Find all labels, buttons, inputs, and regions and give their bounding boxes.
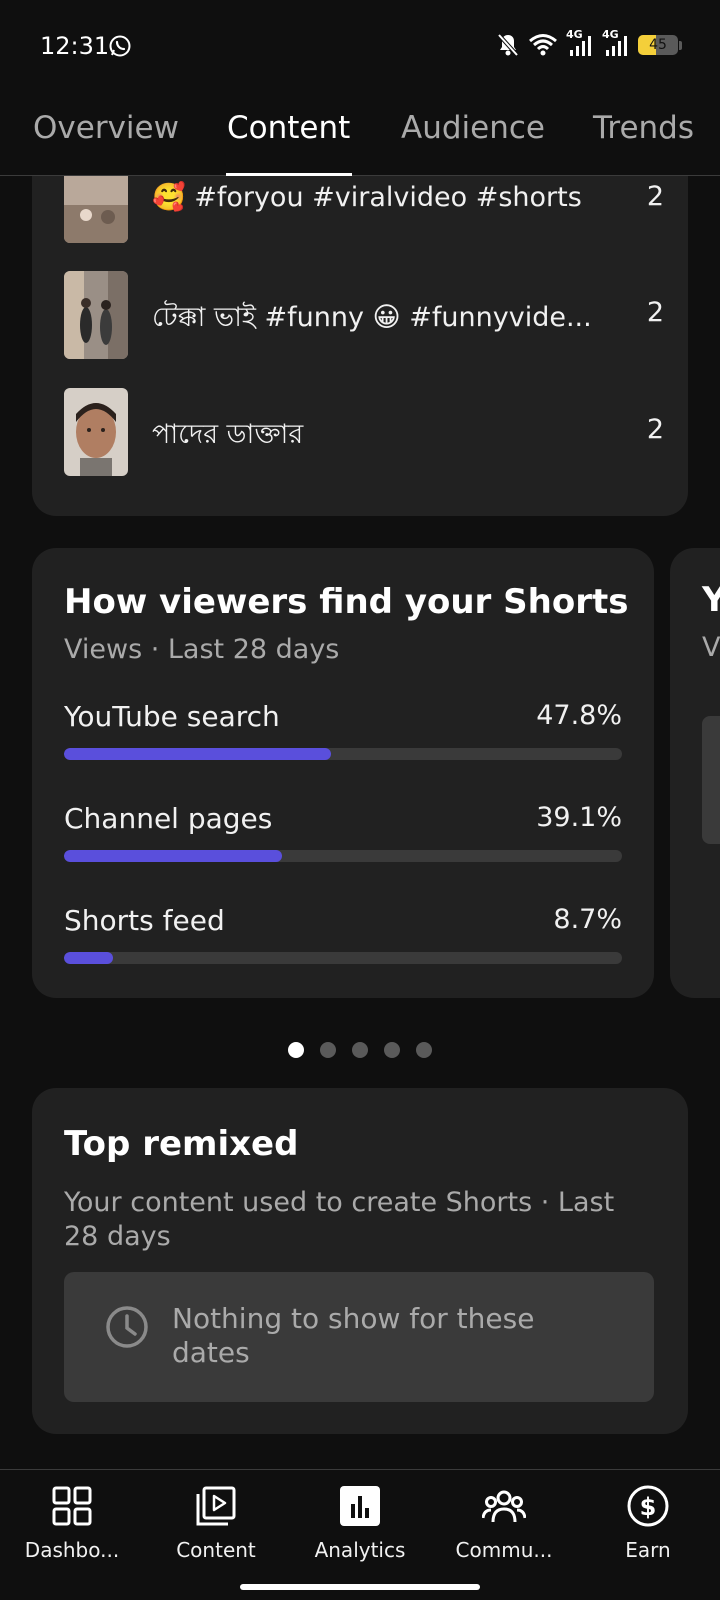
tab-audience[interactable]: Audience: [401, 110, 545, 146]
card-title: How viewers find your Shorts: [64, 582, 629, 622]
source-label: YouTube search: [64, 700, 280, 733]
page-dot[interactable]: [384, 1042, 400, 1058]
analytics-tabs: Overview Content Audience Trends: [0, 92, 720, 176]
thumbnail-image: [64, 176, 128, 243]
traffic-sources-card[interactable]: How viewers find your Shorts Views · Las…: [32, 548, 654, 998]
battery-level: 45: [649, 37, 667, 53]
content-icon: [196, 1486, 236, 1526]
battery-tip: [679, 40, 682, 50]
svg-text:$: $: [640, 1493, 657, 1521]
page-dot[interactable]: [352, 1042, 368, 1058]
video-thumbnail[interactable]: [64, 176, 128, 243]
clock-icon: [106, 1306, 148, 1348]
card-subtitle: Your content used to create Shorts · Las…: [64, 1187, 615, 1252]
video-row[interactable]: টেক্কা ভাই #funny 😀 #funnyvide... 2: [64, 271, 664, 359]
card-title: Y: [702, 580, 720, 620]
nav-content[interactable]: Content: [144, 1480, 288, 1580]
video-thumbnail[interactable]: [64, 388, 128, 476]
source-bar: [64, 850, 283, 862]
thumbnail-image: [64, 388, 128, 476]
video-title: পাদের ডাক্তার: [152, 419, 304, 450]
signal-bars-icon: [570, 36, 591, 56]
tab-overview[interactable]: Overview: [33, 110, 179, 146]
source-bar-track: [64, 850, 622, 862]
video-count: 2: [646, 414, 664, 445]
page-dot-active[interactable]: [288, 1042, 304, 1058]
carousel-pagination: [0, 1042, 720, 1058]
community-icon: [482, 1490, 526, 1523]
whatsapp-icon: [109, 35, 131, 57]
empty-message: Nothing to show for these dates: [172, 1302, 535, 1369]
content-area[interactable]: 🥰 #foryou #viralvideo #shorts 2 টেক্কা ভ…: [0, 176, 720, 1469]
source-label: Shorts feed: [64, 904, 225, 937]
source-value: 47.8%: [536, 700, 622, 731]
analytics-icon: [340, 1486, 380, 1526]
notifications-off-icon: [497, 33, 519, 57]
status-bar: 12:31 4G 4G 45: [0, 0, 720, 92]
video-row[interactable]: পাদের ডাক্তার 2: [64, 388, 664, 476]
video-thumbnail[interactable]: [64, 271, 128, 359]
tab-trends[interactable]: Trends: [593, 110, 694, 146]
card-subtitle: Views · Last 28 days: [64, 634, 340, 665]
battery-icon: 45: [638, 35, 678, 55]
source-bar: [64, 952, 113, 964]
bottom-navigation: Dashbo... Content Analytics Commu... $ E…: [0, 1469, 720, 1600]
nav-label: Commu...: [455, 1538, 553, 1562]
empty-state: Nothing to show for these dates: [64, 1272, 654, 1402]
nav-analytics[interactable]: Analytics: [288, 1480, 432, 1580]
card-placeholder: [702, 716, 720, 844]
source-label: Channel pages: [64, 802, 273, 835]
page-dot[interactable]: [320, 1042, 336, 1058]
thumbnail-image: [64, 271, 128, 359]
dashboard-icon: [52, 1486, 92, 1526]
nav-label: Content: [176, 1538, 256, 1562]
nav-earn[interactable]: $ Earn: [576, 1480, 720, 1580]
card-subtitle: V: [702, 632, 720, 663]
nav-label: Earn: [625, 1538, 671, 1562]
video-title: 🥰 #foryou #viralvideo #shorts: [152, 182, 582, 213]
nav-label: Dashbo...: [24, 1538, 120, 1562]
home-indicator[interactable]: [240, 1584, 480, 1590]
page-dot[interactable]: [416, 1042, 432, 1058]
video-title: টেক্কা ভাই #funny 😀 #funnyvide...: [152, 302, 592, 333]
source-bar: [64, 748, 331, 760]
source-bar-track: [64, 952, 622, 964]
source-bar-track: [64, 748, 622, 760]
earn-icon: $: [627, 1485, 669, 1527]
video-count: 2: [646, 297, 664, 328]
source-value: 8.7%: [553, 904, 622, 935]
status-time: 12:31: [40, 32, 110, 60]
active-tab-indicator: [226, 173, 352, 176]
nav-label: Analytics: [314, 1538, 406, 1562]
video-row[interactable]: 🥰 #foryou #viralvideo #shorts 2: [64, 176, 664, 243]
tab-content[interactable]: Content: [227, 110, 350, 146]
top-remixed-card: Top remixed Your content used to create …: [32, 1088, 688, 1434]
wifi-icon: [529, 34, 557, 56]
source-value: 39.1%: [536, 802, 622, 833]
next-carousel-card[interactable]: Y V: [670, 548, 720, 998]
video-count: 2: [646, 181, 664, 212]
signal-bars-icon: [606, 36, 627, 56]
top-content-card: 🥰 #foryou #viralvideo #shorts 2 টেক্কা ভ…: [32, 176, 688, 516]
signal-1: 4G: [566, 28, 594, 58]
signal-2: 4G: [602, 28, 630, 58]
card-title: Top remixed: [64, 1124, 299, 1164]
nav-community[interactable]: Commu...: [432, 1480, 576, 1580]
status-icons: 4G 4G 45: [496, 28, 682, 58]
nav-dashboard[interactable]: Dashbo...: [0, 1480, 144, 1580]
